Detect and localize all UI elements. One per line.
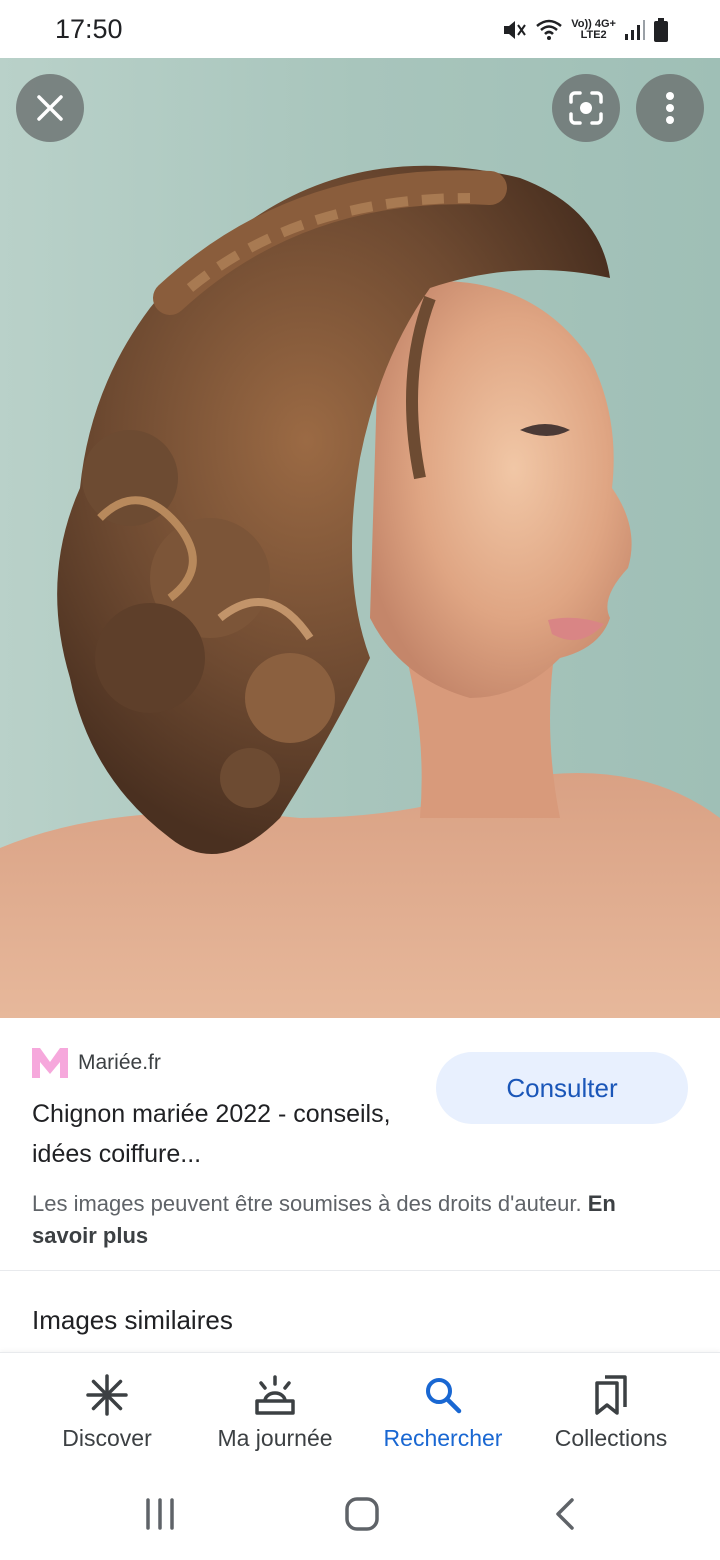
nav-rechercher-label: Rechercher: [383, 1425, 503, 1451]
source-name: Mariée.fr: [78, 1051, 161, 1074]
divider: [0, 1270, 720, 1271]
signal-icon: [625, 20, 645, 40]
source-logo-icon: [32, 1048, 68, 1078]
close-icon: [37, 95, 63, 121]
nav-ma-journee[interactable]: Ma journée: [190, 1371, 360, 1452]
status-bar: 17:50 Vo)) 4G+ LTE2: [0, 0, 720, 58]
home-button[interactable]: [340, 1492, 384, 1536]
nav-collections[interactable]: Collections: [526, 1371, 696, 1452]
more-vert-icon: [666, 92, 674, 124]
bookmarks-icon: [595, 1375, 627, 1415]
bridal-hairstyle-photo: [0, 58, 720, 1018]
nav-rechercher[interactable]: Rechercher: [358, 1371, 528, 1452]
nav-ma-journee-label: Ma journée: [217, 1425, 333, 1451]
result-title[interactable]: Chignon mariée 2022 - conseils, idées co…: [32, 1094, 412, 1174]
close-button[interactable]: [16, 74, 84, 142]
result-info-panel: Mariée.fr Chignon mariée 2022 - conseils…: [0, 1018, 720, 1270]
image-viewer[interactable]: [0, 58, 720, 1018]
copyright-text: Les images peuvent être soumises à des d…: [32, 1191, 582, 1216]
source-row[interactable]: Mariée.fr: [32, 1048, 161, 1078]
recent-apps-button[interactable]: [140, 1492, 180, 1536]
bottom-navigation: Discover Ma journée Rechercher Collectio…: [0, 1352, 720, 1470]
system-navigation-bar: [0, 1470, 720, 1560]
home-icon: [345, 1497, 379, 1531]
consult-button[interactable]: Consulter: [436, 1052, 688, 1124]
nav-discover[interactable]: Discover: [22, 1371, 192, 1452]
sunrise-icon: [255, 1375, 295, 1415]
asterisk-icon: [86, 1374, 128, 1416]
mute-icon: [504, 21, 527, 39]
copyright-notice: Les images peuvent être soumises à des d…: [32, 1188, 632, 1252]
back-icon: [556, 1498, 574, 1530]
search-icon: [426, 1378, 462, 1414]
back-button[interactable]: [548, 1492, 582, 1536]
wifi-icon: [536, 19, 563, 40]
network-label: Vo)) 4G+ LTE2: [571, 18, 616, 41]
battery-icon: [654, 18, 668, 42]
lens-icon: [569, 91, 603, 125]
status-icons: Vo)) 4G+ LTE2: [501, 14, 668, 46]
nav-discover-label: Discover: [62, 1425, 152, 1451]
recent-apps-icon: [146, 1498, 174, 1530]
more-options-button[interactable]: [636, 74, 704, 142]
status-time: 17:50: [55, 14, 123, 44]
lens-button[interactable]: [552, 74, 620, 142]
nav-collections-label: Collections: [554, 1425, 668, 1451]
similar-images-heading: Images similaires: [32, 1305, 233, 1335]
